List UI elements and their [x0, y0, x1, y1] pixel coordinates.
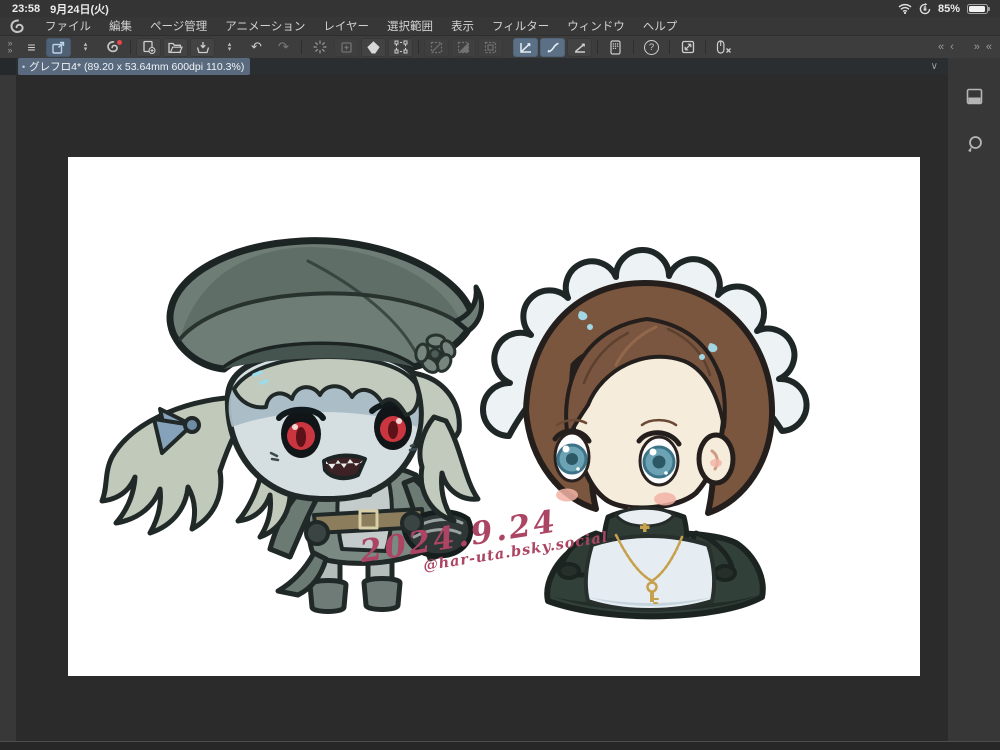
status-date: 9月24日(火) — [50, 3, 109, 16]
snap-to-grid-button[interactable] — [567, 37, 592, 57]
snap-to-ruler-button[interactable] — [513, 37, 538, 57]
unsaved-dot-icon: • — [22, 61, 26, 72]
tab-list-chevron-icon[interactable]: ∨ — [931, 61, 938, 72]
menu-window[interactable]: ウィンドウ — [567, 18, 625, 34]
maid-figure — [480, 247, 810, 620]
left-palette-strip[interactable] — [0, 75, 16, 741]
transform-button[interactable] — [388, 37, 413, 57]
battery-icon — [967, 3, 990, 14]
menu-layer[interactable]: レイヤー — [323, 18, 369, 34]
open-file-button[interactable] — [163, 37, 188, 57]
status-time: 23:58 — [12, 2, 41, 15]
magnifier-navigator-icon[interactable] — [961, 131, 987, 157]
menu-bar: ファイル 編集 ページ管理 アニメーション レイヤー 選択範囲 表示 フィルター… — [0, 17, 1000, 35]
menu-animation[interactable]: アニメーション — [225, 18, 305, 34]
clip-studio-home-button[interactable] — [100, 38, 125, 57]
document-tab[interactable]: • グレフロ4* (89.20 x 53.64mm 600dpi 110.3%) — [18, 58, 251, 75]
collapse-right-palette-button[interactable]: « — [986, 41, 992, 53]
canvas-artwork — [99, 237, 810, 620]
menu-page-manage[interactable]: ページ管理 — [150, 18, 207, 34]
document-tab-title: グレフロ4* (89.20 x 53.64mm 600dpi 110.3%) — [29, 61, 245, 73]
menu-file[interactable]: ファイル — [45, 18, 91, 34]
tool-switch-stepper[interactable]: ▴ ▾ — [73, 38, 98, 57]
collapse-panel-left-button[interactable]: ‹ — [950, 41, 954, 53]
menu-selection[interactable]: 選択範囲 — [387, 18, 433, 34]
workspace: 2024.9.24 @har-uta.bsky.social — [0, 75, 1000, 741]
save-button[interactable] — [190, 37, 215, 57]
menu-view[interactable]: 表示 — [451, 18, 474, 34]
clip-studio-logo-icon[interactable] — [10, 19, 25, 34]
drawing-canvas[interactable]: 2024.9.24 @har-uta.bsky.social — [68, 157, 920, 676]
collapse-panel-right-button[interactable]: » — [974, 41, 980, 53]
selection-border-button[interactable] — [478, 37, 503, 57]
collapse-panel-left-double-button[interactable]: « — [938, 41, 944, 53]
panel-window-icon[interactable] — [961, 83, 987, 109]
deselect-button[interactable] — [424, 37, 449, 57]
rotation-lock-icon — [919, 2, 931, 15]
new-canvas-button[interactable] — [136, 37, 161, 57]
menu-filter[interactable]: フィルター — [492, 18, 549, 34]
wifi-icon — [898, 3, 912, 14]
touch-gesture-off-button[interactable] — [711, 38, 736, 57]
processing-indicator-icon — [307, 38, 332, 57]
companion-mode-button[interactable] — [603, 38, 628, 57]
bottom-edge-bar — [0, 741, 1000, 750]
add-layer-button[interactable] — [334, 37, 359, 57]
save-option-stepper[interactable]: ▴ ▾ — [217, 38, 242, 57]
menu-edit[interactable]: 編集 — [109, 18, 132, 34]
quick-access-help-button[interactable]: ? — [639, 38, 664, 57]
snap-to-special-ruler-button[interactable] — [540, 37, 565, 57]
expand-left-palette-button[interactable]: »» — [2, 39, 18, 55]
menu-help[interactable]: ヘルプ — [643, 18, 678, 34]
undo-button[interactable]: ↶ — [244, 38, 269, 57]
fill-tool-button[interactable] — [361, 37, 386, 57]
open-in-new-tool-button[interactable] — [46, 37, 71, 57]
command-bar: »» ≡ ▴ ▾ ▴ ▾ ↶ ↷ ? « ‹ » « — [0, 35, 1000, 58]
main-menu-button[interactable]: ≡ — [19, 38, 44, 57]
invert-selection-button[interactable] — [451, 37, 476, 57]
notification-dot — [117, 39, 122, 45]
document-tab-bar: • グレフロ4* (89.20 x 53.64mm 600dpi 110.3%)… — [0, 58, 1000, 75]
clip-studio-app: 23:58 9月24日(火) 85% ファイル 編集 ページ管理 アニメーション… — [0, 0, 1000, 750]
fullscreen-toggle-button[interactable] — [675, 38, 700, 57]
maria-figure — [99, 237, 485, 614]
right-palette-strip — [948, 75, 1000, 741]
ipad-status-bar: 23:58 9月24日(火) 85% — [0, 0, 1000, 17]
canvas-work-area: 2024.9.24 @har-uta.bsky.social — [16, 75, 948, 741]
battery-percent: 85% — [937, 2, 960, 15]
redo-button[interactable]: ↷ — [271, 38, 296, 57]
